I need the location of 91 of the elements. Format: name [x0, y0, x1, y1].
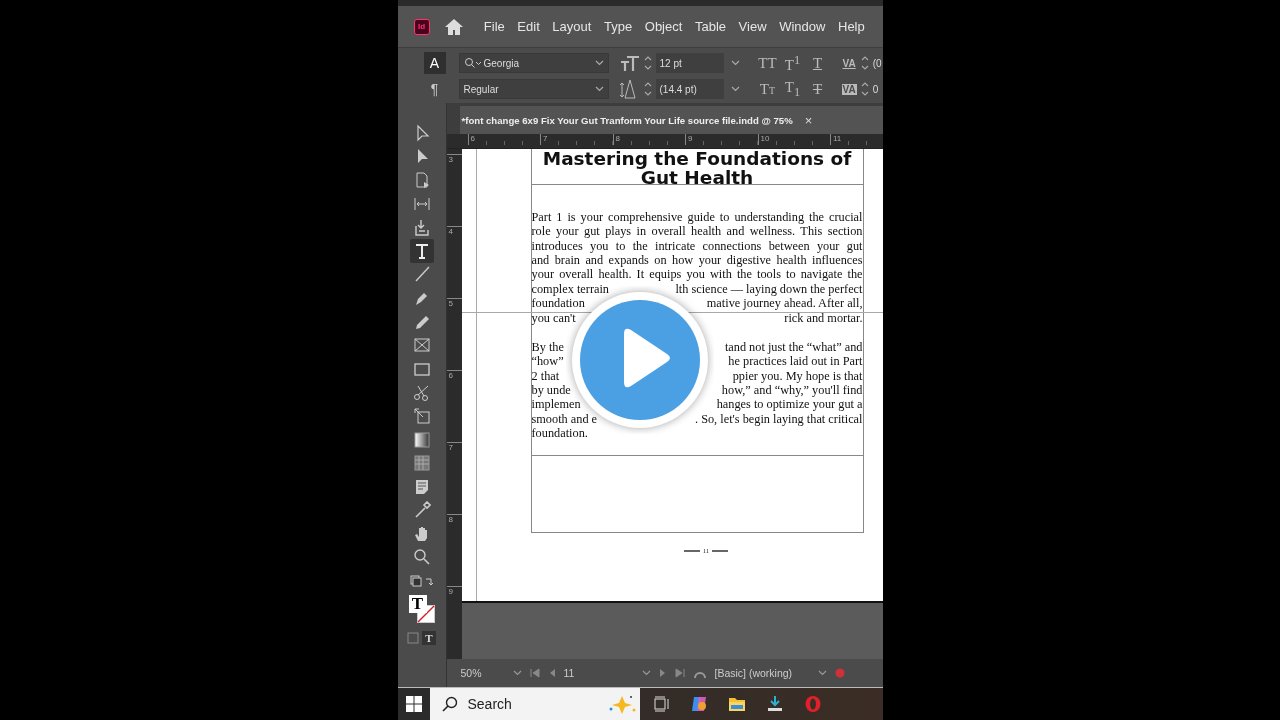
menu-item[interactable]: Table [688, 15, 733, 39]
menu-item[interactable]: File [477, 15, 512, 39]
body-text-fragment: lth science — laying down the perfect [675, 281, 863, 297]
body-text-fragment: he practices laid out in Part [728, 354, 863, 369]
taskbar-search-field[interactable]: Search [429, 688, 640, 720]
menu-item[interactable]: Help [831, 15, 872, 39]
kerning-field[interactable]: 0 [872, 83, 879, 95]
body-text-fragment: rick and mortar. [784, 310, 863, 326]
tracking-label: VA [841, 83, 857, 95]
collector-tool-icon [412, 218, 431, 237]
caret-icon[interactable] [594, 86, 604, 93]
caret-icon[interactable] [818, 670, 828, 676]
fill-swatch[interactable]: T [408, 595, 427, 614]
body-text-fragment: 2 that [531, 368, 560, 383]
menu-item[interactable]: View [732, 15, 773, 39]
body-text-fragment: smooth and e [531, 411, 598, 427]
page-field[interactable]: 11 [563, 667, 634, 679]
body-text-line: role your gut plays in overall health and wellness. This section [531, 224, 863, 239]
colorful-app-icon[interactable] [689, 695, 708, 713]
frame-tool-icon [412, 336, 431, 355]
ring-icon[interactable] [803, 695, 822, 713]
character-style-button[interactable]: T$_{1}$ [781, 78, 804, 100]
body-text-fragment: implemen [531, 397, 581, 412]
body-text-fragment: . So, let's begin laying that critical [695, 411, 863, 427]
body-text-fragment: mative journey ahead. After all, [706, 296, 863, 311]
menu-item[interactable]: Edit [511, 15, 547, 39]
menu-item[interactable]: Type [597, 15, 639, 39]
scissors-tool-icon [412, 383, 431, 402]
body-text-line: your overall health. It equips you with the tools to navigate the [531, 267, 863, 282]
body-text-fragment: ppier you. My hope is that [732, 368, 863, 383]
home-icon[interactable] [443, 17, 464, 36]
line-tool-icon [412, 265, 431, 284]
kerning-field[interactable]: (0 [872, 57, 882, 69]
last-page-icon[interactable] [674, 668, 685, 678]
caret-icon[interactable] [641, 670, 651, 676]
body-text-fragment: foundation [531, 296, 585, 311]
body-text-line: Part 1 is your comprehensive guide to understanding the crucial [531, 209, 863, 225]
body-text-fragment: by unde [531, 382, 571, 398]
app-logo: Id [413, 18, 430, 35]
menu-item[interactable]: Window [772, 15, 832, 39]
feather-tool-icon [412, 454, 431, 473]
download-icon[interactable] [765, 695, 784, 713]
zoom-tool-icon [412, 548, 431, 567]
body-text-fragment: By the [531, 339, 564, 355]
character-style-button[interactable]: T [806, 80, 829, 98]
size-field[interactable]: (14.4 pt) [655, 79, 724, 100]
character-style-button[interactable]: TT [756, 80, 779, 98]
mode-button[interactable]: ¶ [423, 78, 446, 101]
caret-icon[interactable] [512, 670, 522, 676]
menu-item[interactable]: Object [638, 15, 689, 39]
body-text-line: introduces you to the intricate connections between your gut [531, 238, 863, 253]
character-style-button[interactable]: TT [756, 54, 779, 72]
windows-start-icon[interactable] [405, 696, 422, 712]
task-view-icon[interactable] [653, 696, 670, 712]
kerning-label: VA [841, 57, 857, 69]
body-text-fragment: how,” and “why,” you'll find [721, 382, 863, 398]
body-text-line: and brain and expands on how your digestive health influences [531, 252, 863, 268]
body-text-fragment: you can't [531, 310, 576, 326]
preflight-profile[interactable]: [Basic] (working) [714, 667, 793, 679]
document-tab[interactable]: *font change 6x9 Fix Your Gut Tranform Your Life source file.indd @ 75% × [459, 106, 883, 134]
caret-icon[interactable] [730, 60, 740, 67]
menu-item[interactable]: Layout [546, 15, 598, 39]
search-icon [441, 696, 458, 712]
body-text-line: foundation. [531, 426, 589, 441]
style-field[interactable]: Regular [458, 79, 609, 100]
font-size-icon [619, 54, 640, 73]
font-field[interactable]: Georgia [458, 53, 609, 74]
folder-icon[interactable] [727, 696, 746, 712]
search-icon [463, 57, 482, 70]
body-text-fragment: tand not just the “what” and [724, 339, 863, 355]
horizontal-ruler: 6 7 8 9 10 11 [446, 134, 883, 149]
zoom-field[interactable]: 50% [460, 667, 505, 679]
caret-icon[interactable] [594, 60, 604, 67]
tool-button[interactable] [409, 238, 434, 263]
swap-colors-icon[interactable] [408, 575, 435, 590]
close-tab-button[interactable]: × [804, 112, 813, 128]
body-text-fragment: hanges to optimize your gut a [716, 397, 863, 412]
chapter-heading: Mastering the Foundations of Gut Health [541, 149, 853, 187]
mode-button[interactable]: A [423, 52, 446, 75]
size-field[interactable]: 12 pt [655, 53, 724, 74]
text-mode-button[interactable]: T [422, 631, 436, 646]
character-style-button[interactable]: T$^{1}$ [781, 52, 804, 74]
caret-icon[interactable] [730, 86, 740, 93]
error-indicator-icon [835, 668, 846, 678]
body-text-fragment: “how” [531, 354, 564, 369]
character-style-button[interactable]: T [806, 54, 829, 72]
transform-tool-icon [412, 406, 431, 425]
first-page-icon[interactable] [529, 668, 540, 678]
body-text-fragment: complex terrain [531, 281, 609, 297]
next-page-icon[interactable] [658, 668, 667, 678]
gradient-tool-icon [412, 430, 431, 449]
